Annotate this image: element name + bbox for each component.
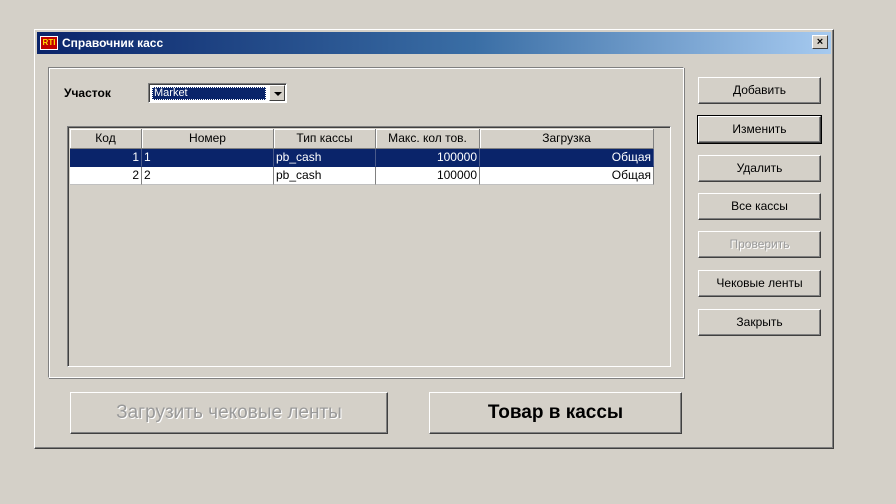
delete-button[interactable]: Удалить: [698, 155, 821, 182]
cell-type: pb_cash: [274, 149, 376, 167]
column-header-code[interactable]: Код: [70, 129, 142, 149]
window-title: Справочник касс: [62, 36, 164, 50]
close-button[interactable]: Закрыть: [698, 309, 821, 336]
grid-header: Код Номер Тип кассы Макс. кол тов. Загру…: [70, 129, 654, 149]
all-registers-button[interactable]: Все кассы: [698, 193, 821, 220]
goods-to-registers-button[interactable]: Товар в кассы: [429, 392, 682, 434]
title-bar[interactable]: RTI Справочник касс ×: [37, 32, 831, 54]
table-row[interactable]: 2 2 pb_cash 100000 Общая: [70, 167, 654, 185]
table-row[interactable]: 1 1 pb_cash 100000 Общая: [70, 149, 654, 167]
main-group: Участок Market Код Номер Тип кассы Макс.…: [48, 67, 684, 378]
cell-max-items: 100000: [376, 167, 480, 185]
receipt-tapes-button[interactable]: Чековые ленты: [698, 270, 821, 297]
column-header-load[interactable]: Загрузка: [480, 129, 654, 149]
check-button[interactable]: Проверить: [698, 231, 821, 258]
section-select[interactable]: Market: [148, 83, 287, 103]
cell-number: 1: [142, 149, 274, 167]
section-select-value: Market: [152, 87, 266, 100]
section-label: Участок: [64, 86, 111, 100]
column-header-number[interactable]: Номер: [142, 129, 274, 149]
cell-code: 1: [70, 149, 142, 167]
cash-registers-window: RTI Справочник касс × Участок Market Код…: [34, 29, 834, 449]
cell-type: pb_cash: [274, 167, 376, 185]
add-button[interactable]: Добавить: [698, 77, 821, 104]
column-header-max-items[interactable]: Макс. кол тов.: [376, 129, 480, 149]
dropdown-arrow-icon[interactable]: [269, 85, 285, 101]
column-header-type[interactable]: Тип кассы: [274, 129, 376, 149]
cell-load: Общая: [480, 149, 654, 167]
cash-registers-grid[interactable]: Код Номер Тип кассы Макс. кол тов. Загру…: [67, 126, 671, 367]
cell-max-items: 100000: [376, 149, 480, 167]
app-logo-icon: RTI: [40, 36, 58, 50]
cell-load: Общая: [480, 167, 654, 185]
cell-number: 2: [142, 167, 274, 185]
load-receipt-tapes-button[interactable]: Загрузить чековые ленты: [70, 392, 388, 434]
edit-button[interactable]: Изменить: [697, 115, 822, 144]
cell-code: 2: [70, 167, 142, 185]
close-window-button[interactable]: ×: [812, 35, 828, 49]
